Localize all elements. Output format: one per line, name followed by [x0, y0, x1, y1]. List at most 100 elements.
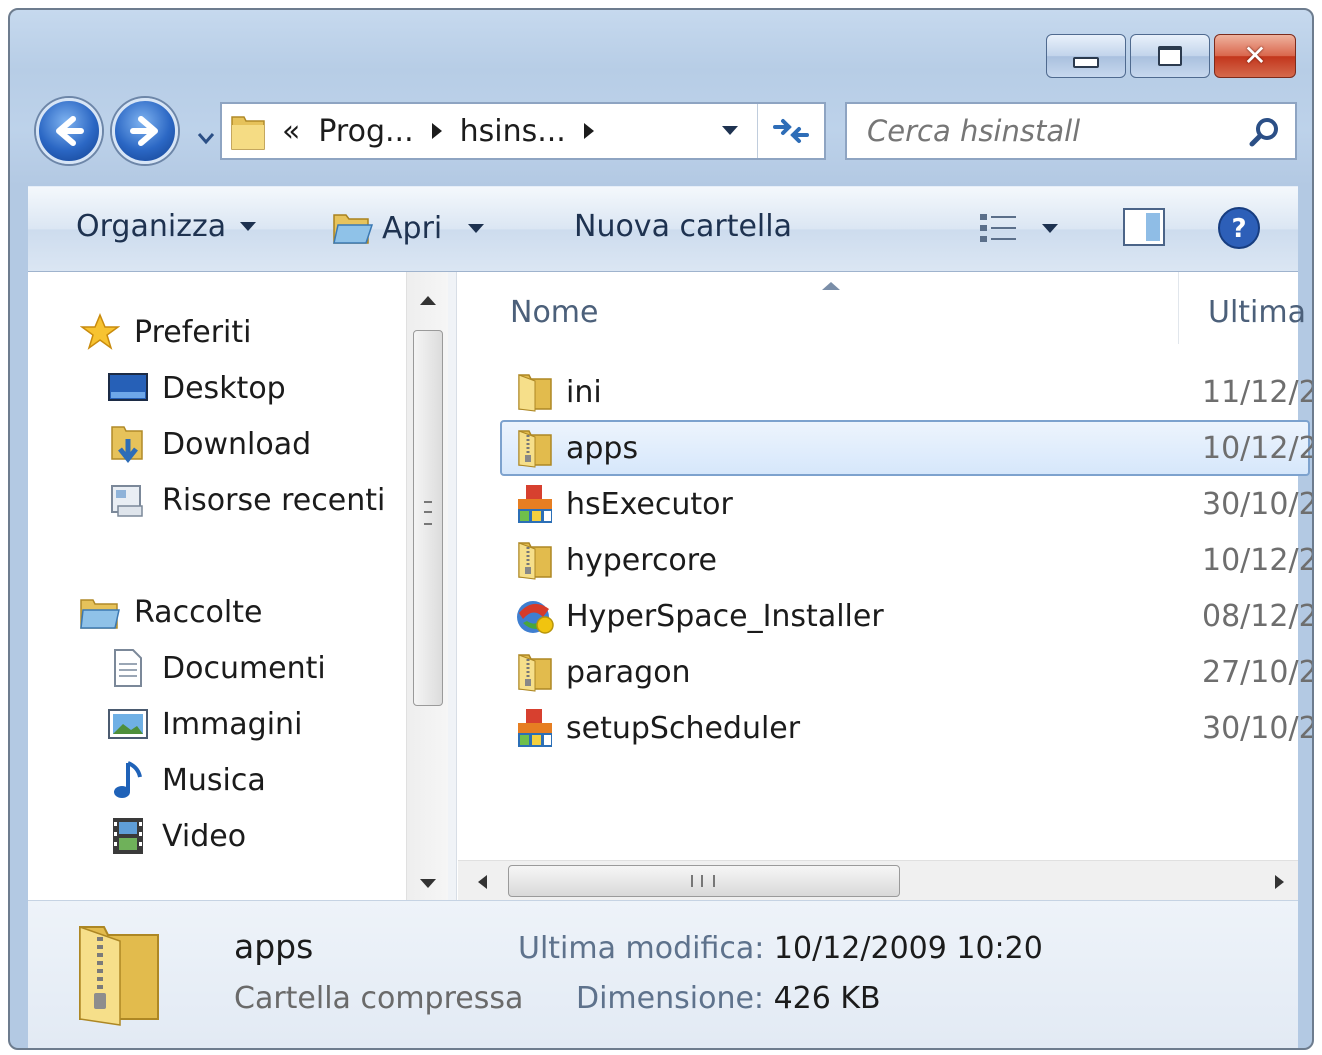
column-header-name[interactable]: Nome [510, 272, 598, 352]
close-button[interactable]: ✕ [1214, 34, 1296, 78]
refresh-button[interactable] [757, 104, 824, 158]
file-row-hsexecutor[interactable]: hsExecutor 30/10/2 [502, 476, 1312, 532]
details-size: Dimensione: 426 KB [576, 981, 881, 1016]
help-button[interactable]: ? [1216, 205, 1262, 251]
sort-ascending-icon [822, 282, 840, 290]
minimize-button[interactable] [1046, 34, 1126, 78]
navigation-pane: Preferiti Desktop Download Risorse recen… [28, 272, 406, 900]
file-list: Nome Ultima ini 11/12/2 apps 10/12/2 hsE… [458, 272, 1312, 901]
view-details-icon [980, 214, 1016, 242]
main-area: Preferiti Desktop Download Risorse recen… [28, 272, 1312, 901]
explorer-window: ✕ « Prog... hsins... Cerca hsinstall Org… [8, 8, 1314, 1050]
file-name: paragon [566, 654, 691, 690]
details-size-value: 426 KB [773, 981, 881, 1016]
file-row-paragon[interactable]: paragon 27/10/2 [502, 644, 1312, 700]
scrollbar-thumb[interactable] [508, 865, 900, 897]
download-folder-icon [111, 426, 143, 464]
nav-label: Preferiti [134, 314, 252, 350]
details-file-type: Cartella compressa [234, 981, 524, 1016]
open-label: Apri [382, 210, 443, 246]
back-button[interactable] [36, 98, 102, 164]
file-name: ini [566, 374, 602, 410]
scroll-left-icon[interactable] [476, 874, 488, 890]
nav-pictures[interactable]: Immagini [106, 704, 302, 744]
file-date: 10/12/2 [1202, 430, 1314, 466]
nav-label: Immagini [162, 706, 303, 742]
file-row-apps[interactable]: apps 10/12/2 [500, 420, 1312, 476]
pane-splitter[interactable] [448, 272, 457, 900]
command-bar: Organizza Apri Nuova cartella ? [28, 186, 1298, 272]
video-icon [113, 818, 143, 854]
nav-video[interactable]: Video [106, 816, 246, 856]
folder-icon [518, 374, 552, 412]
arrow-left-icon [56, 116, 84, 146]
zip-folder-icon [518, 430, 552, 468]
scroll-down-icon[interactable] [419, 878, 437, 890]
help-icon: ? [1218, 207, 1260, 249]
grip-icon [424, 501, 432, 525]
desktop-icon [108, 373, 148, 401]
details-file-name: apps [234, 927, 314, 966]
nav-music[interactable]: Musica [106, 760, 266, 800]
scrollbar-thumb[interactable] [413, 330, 443, 706]
open-button[interactable]: Apri [332, 209, 485, 247]
nav-favorites[interactable]: Preferiti [78, 312, 251, 352]
nav-label: Video [162, 818, 247, 854]
nav-libraries[interactable]: Raccolte [78, 592, 262, 632]
new-folder-label: Nuova cartella [574, 209, 792, 244]
breadcrumb-chevron-icon[interactable] [431, 123, 442, 139]
file-date: 08/12/2 [1202, 598, 1314, 634]
new-folder-button[interactable]: Nuova cartella [574, 209, 792, 244]
search-box [845, 102, 1297, 160]
address-history-button[interactable] [722, 126, 738, 135]
column-label: Nome [510, 294, 599, 330]
forward-button[interactable] [112, 98, 178, 164]
recent-places-icon [111, 485, 143, 517]
file-row-setupscheduler[interactable]: setupScheduler 30/10/2 [502, 700, 1312, 756]
details-modified-value: 10/12/2009 10:20 [773, 931, 1043, 966]
file-date: 10/12/2 [1202, 542, 1314, 578]
chevron-down-icon [722, 126, 738, 135]
column-label: Ultima [1208, 294, 1306, 330]
svg-text:?: ? [1231, 214, 1246, 244]
maximize-button[interactable] [1130, 34, 1210, 78]
file-date: 30/10/2 [1202, 486, 1314, 522]
nav-download[interactable]: Download [106, 424, 311, 464]
address-bar[interactable]: « Prog... hsins... [220, 102, 826, 160]
search-input[interactable] [865, 110, 1239, 152]
music-icon [114, 761, 142, 798]
file-list-scrollbar[interactable] [458, 860, 1298, 901]
details-pane: apps Cartella compressa Ultima modifica:… [28, 900, 1298, 1048]
column-separator[interactable] [1178, 272, 1179, 344]
file-row-hyperspace-installer[interactable]: HyperSpace_Installer 08/12/2 [502, 588, 1312, 644]
breadcrumb-overflow[interactable]: « [282, 114, 300, 149]
nav-label: Documenti [162, 650, 326, 686]
nav-label: Download [162, 426, 312, 462]
nav-label: Musica [162, 762, 266, 798]
refresh-icon [773, 119, 809, 143]
details-size-label: Dimensione: [576, 981, 765, 1016]
column-header-modified[interactable]: Ultima [1208, 272, 1306, 352]
preview-pane-button[interactable] [1122, 207, 1166, 247]
breadcrumb-item[interactable]: Prog... [318, 114, 413, 149]
file-row-ini[interactable]: ini 11/12/2 [502, 364, 1312, 420]
nav-label: Desktop [162, 370, 286, 406]
nav-desktop[interactable]: Desktop [106, 368, 286, 408]
breadcrumb-item[interactable]: hsins... [460, 114, 566, 149]
nav-label: Raccolte [134, 594, 263, 630]
nav-documents[interactable]: Documenti [106, 648, 326, 688]
scroll-up-icon[interactable] [419, 294, 437, 306]
chevron-down-icon [468, 223, 485, 233]
nav-recent-places[interactable]: Risorse recenti [106, 480, 385, 520]
file-row-hypercore[interactable]: hypercore 10/12/2 [502, 532, 1312, 588]
recent-pages-button[interactable] [197, 130, 215, 149]
nav-pane-scrollbar[interactable] [406, 272, 449, 900]
search-icon[interactable] [1249, 116, 1281, 148]
setup-icon [517, 601, 554, 634]
file-name: hypercore [566, 542, 717, 578]
organize-button[interactable]: Organizza [76, 209, 257, 244]
view-options-button[interactable] [978, 211, 1058, 245]
zip-folder-icon [518, 654, 552, 692]
scroll-right-icon[interactable] [1274, 874, 1286, 890]
breadcrumb-chevron-icon[interactable] [583, 123, 594, 139]
